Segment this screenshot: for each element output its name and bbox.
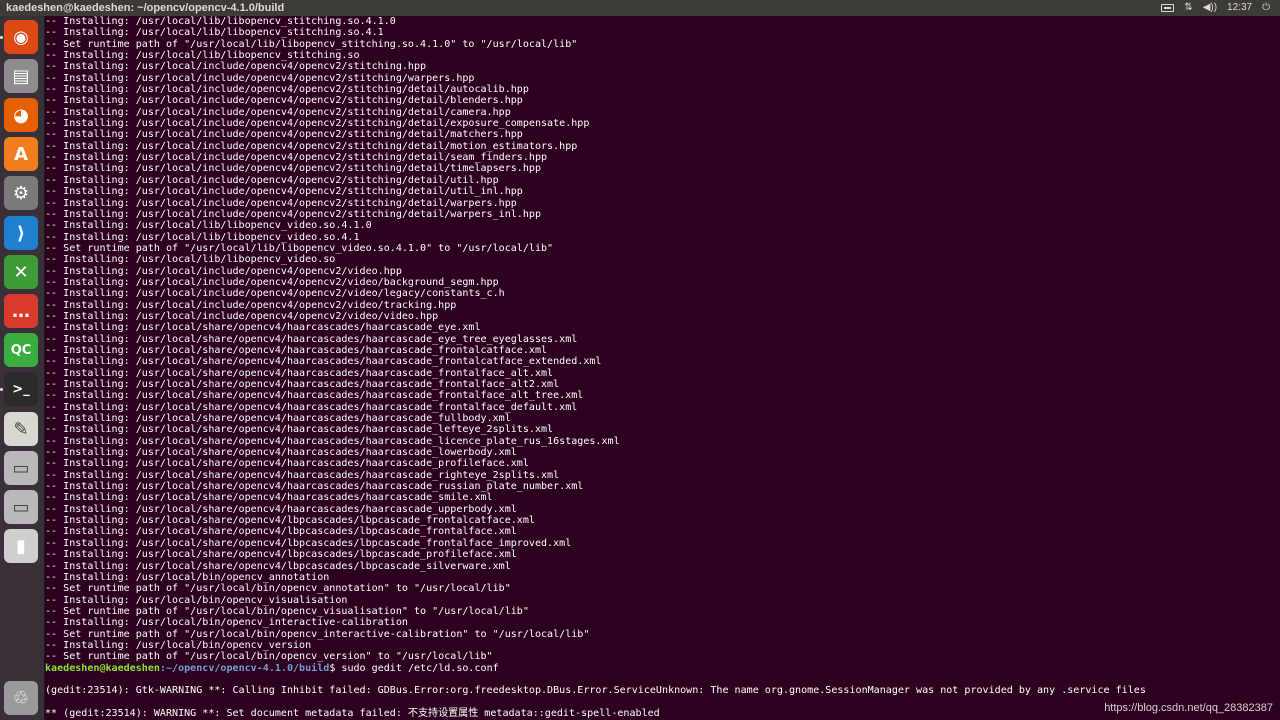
terminal-line: -- Installing: /usr/local/include/opencv… [45,299,457,311]
terminal-line: -- Installing: /usr/local/bin/opencv_ann… [45,571,330,583]
terminal-line: -- Installing: /usr/local/share/opencv4/… [45,356,602,368]
window-title: kaedeshen@kaedeshen: ~/opencv/opencv-4.1… [6,2,285,14]
terminal-line: -- Installing: /usr/local/lib/libopencv_… [45,220,372,232]
terminal-line: ** (gedit:23514): WARNING **: Set docume… [45,707,660,719]
terminal-line: -- Installing: /usr/local/share/opencv4/… [45,401,578,413]
terminal-line: -- Installing: /usr/local/lib/libopencv_… [45,50,360,62]
network-icon[interactable]: ⇅ [1184,0,1192,16]
vscode-icon[interactable]: ⟩ [4,216,38,250]
terminal-line: -- Installing: /usr/local/include/opencv… [45,276,499,288]
terminal-icon[interactable]: >_ [4,372,38,406]
terminal-line: -- Installing: /usr/local/share/opencv4/… [45,481,584,493]
ubuntu-dash-icon[interactable]: ◉ [4,20,38,54]
terminal-line: -- Installing: /usr/local/include/opencv… [45,84,529,96]
terminal-output: -- Installing: /usr/local/lib/libopencv_… [44,16,1280,719]
terminal-line: -- Installing: /usr/local/bin/opencv_vis… [45,594,348,606]
volume-icon[interactable]: ◀)) [1203,0,1217,16]
terminal-line: -- Installing: /usr/local/include/opencv… [45,106,511,118]
power-icon[interactable]: ⏻ [1262,0,1270,16]
terminal-line: -- Installing: /usr/local/share/opencv4/… [45,424,554,436]
terminal-line: (gedit:23514): Gtk-WARNING **: Calling I… [45,685,1146,697]
text-editor-icon[interactable]: ✎ [4,412,38,446]
firefox-icon[interactable]: ◕ [4,98,38,132]
launcher-bar: ◉ ▤ ◕ A ⚙ ⟩ ✕ … QC >_ ✎ ▭ ▭ ▮ ♲ [0,16,45,720]
terminal-line: -- Installing: /usr/local/share/opencv4/… [45,526,517,538]
terminal-line: -- Set runtime path of "/usr/local/bin/o… [45,583,511,595]
terminal-line: -- Installing: /usr/local/include/opencv… [45,152,548,164]
terminal-line: -- Installing: /usr/local/share/opencv4/… [45,367,554,379]
terminal-line: -- Installing: /usr/local/include/opencv… [45,72,475,84]
terminal-window[interactable]: -- Installing: /usr/local/lib/libopencv_… [44,16,1280,720]
terminal-line: -- Installing: /usr/local/include/opencv… [45,140,578,152]
terminal-line: -- Installing: /usr/local/lib/libopencv_… [45,16,396,27]
terminal-line: -- Installing: /usr/local/include/opencv… [45,265,402,277]
terminal-line: -- Installing: /usr/local/include/opencv… [45,129,523,141]
terminal-line: -- Set runtime path of "/usr/local/bin/o… [45,628,590,640]
terminal-line: -- Installing: /usr/local/share/opencv4/… [45,413,511,425]
terminal-line: -- Installing: /usr/local/include/opencv… [45,174,499,186]
system-settings-icon[interactable]: ⚙ [4,176,38,210]
terminal-line: -- Installing: /usr/local/lib/libopencv_… [45,27,384,39]
terminal-line: -- Installing: /usr/local/lib/libopencv_… [45,254,336,266]
terminal-line: -- Installing: /usr/local/lib/libopencv_… [45,231,360,243]
terminal-line: -- Installing: /usr/local/share/opencv4/… [45,447,517,459]
prompt-user-host: kaedeshen@kaedeshen [45,662,160,674]
terminal-line: -- Installing: /usr/local/share/opencv4/… [45,492,493,504]
terminal-line: -- Installing: /usr/local/share/opencv4/… [45,469,560,481]
terminal-line: -- Installing: /usr/local/share/opencv4/… [45,379,560,390]
drive-2-icon[interactable]: ▭ [4,490,38,524]
terminal-line: -- Installing: /usr/local/share/opencv4/… [45,458,529,470]
messaging-icon[interactable]: … [4,294,38,328]
terminal-line: -- Installing: /usr/local/share/opencv4/… [45,515,535,527]
terminal-line: -- Installing: /usr/local/bin/opencv_int… [45,617,408,629]
terminal-line: -- Installing: /usr/local/include/opencv… [45,310,439,322]
drive-icon[interactable]: ▭ [4,451,38,485]
terminal-line: -- Installing: /usr/local/share/opencv4/… [45,344,548,356]
system-tray: ⇅ ◀)) 12:37 ⏻ [1161,0,1270,16]
terminal-line: -- Set runtime path of "/usr/local/bin/o… [45,605,529,617]
qtcreator-icon[interactable]: QC [4,333,38,367]
terminal-line: -- Installing: /usr/local/include/opencv… [45,118,590,130]
terminal-line: -- Installing: /usr/local/include/opencv… [45,163,541,175]
terminal-line: -- Installing: /usr/local/share/opencv4/… [45,537,572,549]
terminal-line: -- Installing: /usr/local/include/opencv… [45,197,517,209]
top-panel: kaedeshen@kaedeshen: ~/opencv/opencv-4.1… [0,0,1280,16]
prompt-command: $ sudo gedit /etc/ld.so.conf [329,662,499,674]
system-tools-icon[interactable]: ✕ [4,255,38,289]
terminal-line: -- Installing: /usr/local/share/opencv4/… [45,435,620,447]
terminal-line: -- Installing: /usr/local/include/opencv… [45,288,505,300]
terminal-line: -- Installing: /usr/local/share/opencv4/… [45,333,578,345]
trash-icon[interactable]: ♲ [4,681,38,715]
terminal-line: -- Installing: /usr/local/share/opencv4/… [45,503,517,515]
keyboard-icon[interactable] [1161,4,1175,12]
terminal-line: -- Installing: /usr/local/include/opencv… [45,61,427,73]
software-center-icon[interactable]: A [4,137,38,171]
files-icon[interactable]: ▤ [4,59,38,93]
terminal-line: -- Installing: /usr/local/include/opencv… [45,208,541,220]
terminal-line: -- Set runtime path of "/usr/local/lib/l… [45,38,578,50]
terminal-line: -- Installing: /usr/local/bin/opencv_ver… [45,639,312,651]
terminal-line: -- Installing: /usr/local/share/opencv4/… [45,322,481,334]
terminal-line: -- Installing: /usr/local/share/opencv4/… [45,549,517,561]
terminal-line: -- Installing: /usr/local/include/opencv… [45,186,523,198]
running-indicator [0,388,3,391]
running-indicator [0,36,3,39]
terminal-line: -- Installing: /usr/local/share/opencv4/… [45,390,584,402]
watermark: https://blog.csdn.net/qq_28382387 [1104,702,1273,714]
terminal-line: -- Installing: /usr/local/share/opencv4/… [45,560,511,572]
terminal-line: -- Set runtime path of "/usr/local/lib/l… [45,242,554,254]
clock[interactable]: 12:37 [1227,0,1252,16]
terminal-line: -- Installing: /usr/local/include/opencv… [45,95,523,107]
prompt-line: kaedeshen@kaedeshen:~/opencv/opencv-4.1.… [45,663,1280,674]
prompt-path: :~/opencv/opencv-4.1.0/build [159,662,330,674]
terminal-line: -- Set runtime path of "/usr/local/bin/o… [45,651,493,663]
usb-drive-icon[interactable]: ▮ [4,529,38,563]
